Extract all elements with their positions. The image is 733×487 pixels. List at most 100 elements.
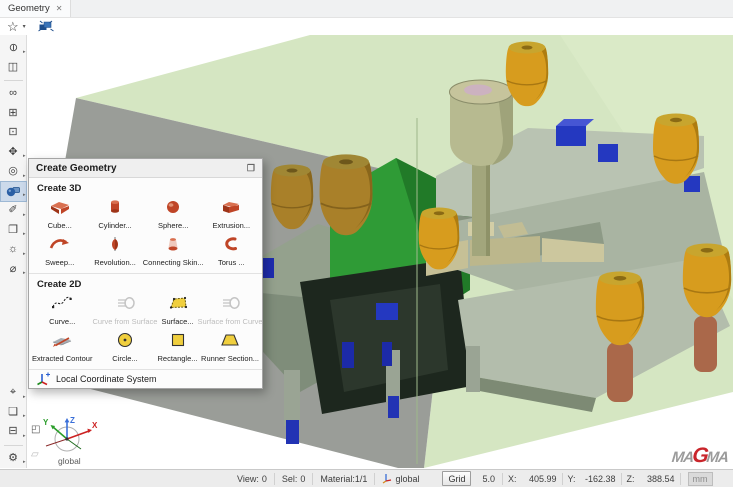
x-value: 405.99 [517, 474, 557, 484]
sel-value: 0 [300, 474, 305, 484]
modify-geometry-icon: ✐ [8, 205, 17, 216]
sphere-cube-icon [6, 185, 21, 197]
toolbar-create-geometry-button[interactable]: ▸ [1, 182, 26, 202]
runner-section-icon [218, 332, 242, 353]
panel-item-surface-from-curve[interactable]: Surface from Curve [198, 291, 263, 328]
clip-plane-toggle-icon[interactable]: ▱ [31, 450, 39, 460]
measure-icon: ⌀ [10, 264, 17, 275]
z-value: 388.54 [635, 474, 675, 484]
transform-icon: ✥ [8, 147, 17, 158]
connecting-skin-icon [161, 236, 185, 257]
grid-spacing-value: 5.0 [482, 474, 495, 484]
panel-header[interactable]: Create Geometry ❐ [29, 159, 262, 178]
torus-icon [219, 236, 243, 257]
popout-icon[interactable]: ❐ [247, 163, 255, 174]
grid-label: Grid [448, 474, 465, 484]
toolbar-add-primitive-button[interactable]: ⊞ [1, 104, 26, 124]
cylinder-icon [103, 199, 127, 220]
cube-icon [48, 199, 72, 220]
grid-toggle-button[interactable]: Grid [442, 471, 471, 486]
toolbar-transform-button[interactable]: ✥ ▸ [1, 143, 26, 163]
toolbar-view-layout-button[interactable]: ❏ ▸ [1, 403, 26, 423]
cs-label: global [395, 474, 419, 484]
caret-icon: ▸ [23, 192, 26, 198]
panel-item-sphere[interactable]: Sphere... [143, 195, 204, 232]
surface-icon [166, 295, 190, 316]
panel-item-revolution[interactable]: Revolution... [87, 232, 142, 269]
panel-item-circle[interactable]: Circle... [92, 328, 157, 365]
panel-item-torus[interactable]: Torus ... [204, 232, 259, 269]
panel-item-runner-section[interactable]: Runner Section... [198, 328, 263, 365]
bounding-box-icon: ⊡ [8, 127, 17, 138]
cursor-y: Y: -162.38 [563, 473, 622, 485]
local-cs-axes-icon [36, 372, 50, 386]
circle-icon [113, 332, 137, 353]
quick-toolbar: ☆ ▾ [0, 18, 733, 35]
toolbar-measure-button[interactable]: ⌀ ▸ [1, 260, 26, 280]
sphere-icon [161, 199, 185, 220]
toolbar-bounding-box-button[interactable]: ⊡ [1, 123, 26, 143]
mouse-navigation-icon: ⊖ [8, 43, 19, 52]
unit-button[interactable]: mm [688, 472, 713, 486]
panel-item-curve[interactable]: Curve... [32, 291, 92, 328]
toolbar-link-geometry-button[interactable]: ∞ [1, 84, 26, 104]
axes-gizmo[interactable]: Z X Y global [34, 414, 100, 466]
panel-item-cylinder[interactable]: Cylinder... [87, 195, 142, 232]
status-material: Material:1/1 [313, 473, 375, 485]
toolbar-view-projection-button[interactable]: ⌖ ▸ [1, 383, 26, 403]
extrusion-icon [219, 199, 243, 220]
toolbar-view-planes-button[interactable]: ⊟ ▸ [1, 422, 26, 442]
panel-item-cube[interactable]: Cube... [32, 195, 87, 232]
mini-axes-icon [382, 473, 392, 484]
panel-item-curve-from-surface[interactable]: Curve from Surface [92, 291, 157, 328]
axis-z-label: Z [70, 416, 75, 425]
section-create-3d-label: Create 3D [29, 178, 262, 195]
status-bar: View: 0 Sel: 0 Material:1/1 global Grid … [0, 469, 733, 487]
toolbar-snap-target-button[interactable]: ◎ ▸ [1, 162, 26, 182]
local-coordinate-system-item[interactable]: Local Coordinate System [29, 369, 262, 388]
panel-item-connecting-skin[interactable]: Connecting Skin... [143, 232, 204, 269]
axis-y-label: Y [43, 418, 49, 427]
favorites-star-icon[interactable]: ☆ [7, 20, 19, 33]
toolbar-modify-geometry-button[interactable]: ✐ ▸ [1, 201, 26, 221]
offset-geometry-icon: ☼ [8, 244, 18, 255]
toolbar-settings-button[interactable]: ⚙ ▸ [1, 449, 26, 469]
panel-item-extracted-contour[interactable]: Extracted Contour [32, 328, 92, 365]
toolbar-clipping-button[interactable]: ◫ [1, 58, 26, 78]
create-2d-grid: Curve... Curve from Surface Surface... S… [29, 291, 262, 365]
panel-item-rectangle[interactable]: Rectangle... [157, 328, 197, 365]
magma-logo: MAGMA [671, 448, 729, 465]
extracted-contour-icon [50, 332, 74, 353]
y-label: Y: [568, 474, 576, 484]
status-coordinate-system[interactable]: global [375, 473, 426, 485]
toolbar-separator [4, 445, 23, 446]
tab-bar: Geometry ✕ [0, 0, 733, 18]
panel-item-extrusion[interactable]: Extrusion... [204, 195, 259, 232]
view-value: 0 [262, 474, 267, 484]
fit-view-icon[interactable] [38, 20, 54, 33]
riser-neck [694, 316, 717, 372]
x-label: X: [508, 474, 517, 484]
tab-label: Geometry [8, 3, 50, 14]
left-toolbar: ⊖ ▸ ◫ ∞ ⊞ ⊡ ✥ ▸ ◎ ▸ [0, 35, 27, 468]
grid-spacing: 5.0 [475, 473, 503, 485]
curve-icon [50, 295, 74, 316]
curve-from-surface-icon [113, 295, 137, 316]
panel-item-surface[interactable]: Surface... [157, 291, 197, 328]
caret-icon: ▸ [23, 212, 26, 218]
toolbar-mouse-navigation-button[interactable]: ⊖ ▸ [1, 38, 26, 58]
caret-icon: ▸ [23, 413, 26, 419]
panel-item-sweep[interactable]: Sweep... [32, 232, 87, 269]
toolbar-offset-geometry-button[interactable]: ☼ ▸ [1, 240, 26, 260]
favorites-caret-icon[interactable]: ▾ [23, 23, 26, 30]
unit-label: mm [693, 474, 708, 484]
cursor-z: Z: 388.54 [622, 473, 681, 485]
link-geometry-icon: ∞ [9, 88, 17, 99]
sweep-icon [48, 236, 72, 257]
close-icon[interactable]: ✕ [56, 5, 63, 13]
tab-geometry[interactable]: Geometry ✕ [0, 0, 71, 17]
toolbar-copy-geometry-button[interactable]: ❐ ▸ [1, 221, 26, 241]
view-cube-icon[interactable]: ◰ [31, 425, 40, 435]
panel-title: Create Geometry [36, 163, 117, 174]
view-layout-icon: ❏ [8, 407, 18, 418]
